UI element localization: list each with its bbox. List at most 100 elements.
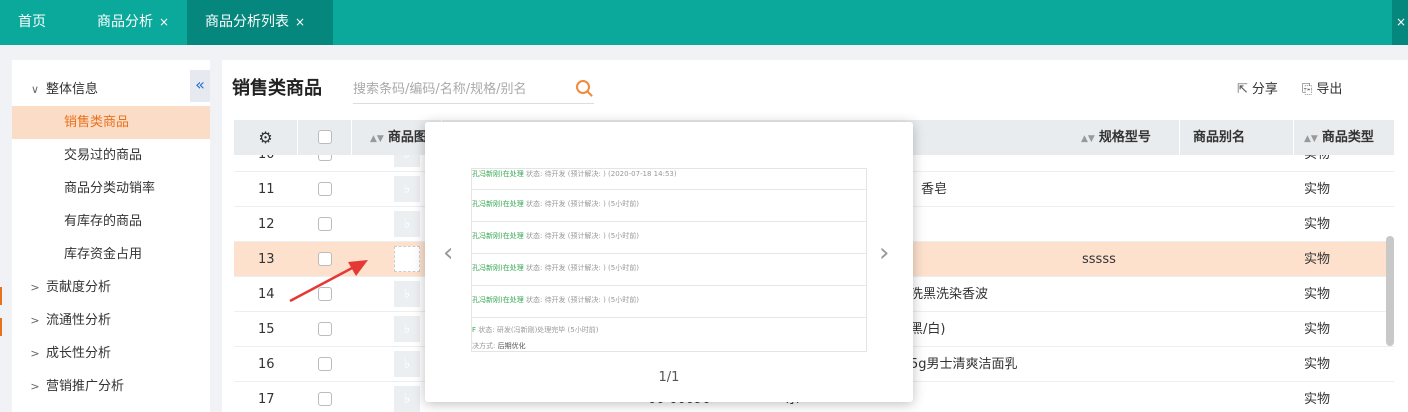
header-type[interactable]: ▲▼ 商品类型 [1294, 120, 1394, 155]
sidebar-item-inventory-capital[interactable]: 库存资金占用 [12, 238, 210, 271]
sidebar-item-in-stock-products[interactable]: 有库存的商品 [12, 205, 210, 238]
product-thumbnail[interactable]: ♭ [394, 211, 420, 237]
product-thumbnail[interactable]: ♭ [394, 351, 420, 377]
header-label: 规格型号 [1098, 130, 1151, 145]
sidebar-item-traded-products[interactable]: 交易过的商品 [12, 139, 210, 172]
chevron-right-icon: > [30, 281, 40, 294]
row-checkbox[interactable] [318, 392, 332, 406]
sidebar-item-label: 有库存的商品 [64, 214, 143, 229]
close-icon[interactable]: × [295, 15, 305, 29]
header-label: 商品图 [387, 130, 427, 145]
sort-icon: ▲▼ [1304, 134, 1318, 144]
export-label: 导出 [1316, 82, 1343, 97]
product-thumbnail[interactable]: ♭ [394, 176, 420, 202]
tab-product-analysis-list[interactable]: 商品分析列表 × [187, 0, 333, 45]
search-icon[interactable] [576, 80, 590, 94]
product-type: 实物 [1304, 357, 1331, 372]
header-alias[interactable]: 商品别名 [1180, 120, 1294, 155]
search-input[interactable] [353, 76, 563, 102]
page-title: 销售类商品 [232, 78, 322, 99]
preview-line: 决方式: 后期优化 [472, 342, 526, 350]
sidebar-item-label: 流通性分析 [46, 313, 112, 328]
sidebar-item-label: 整体信息 [46, 82, 99, 97]
product-type: 实物 [1304, 155, 1330, 172]
row-checkbox[interactable] [318, 322, 332, 336]
close-icon[interactable]: × [159, 15, 169, 29]
header-label: 商品类型 [1321, 130, 1374, 145]
sidebar-group-overall[interactable]: ∨ 整体信息 [12, 73, 210, 106]
product-name: 黑/白) [910, 322, 946, 337]
product-name: 5g男士清爽洁面乳 [910, 357, 1018, 372]
row-number: 12 [258, 217, 275, 232]
tab-home[interactable]: 首页 [0, 0, 64, 45]
image-pager: 1/1 [658, 370, 680, 385]
sidebar-item-label: 成长性分析 [46, 346, 112, 361]
product-type: 实物 [1304, 217, 1331, 232]
row-number: 15 [258, 322, 275, 337]
preview-line: 孔冯新刚)在处理 状态: 待开发 (预计解决: ) (5小时前) [472, 264, 639, 272]
select-all-checkbox[interactable] [318, 130, 332, 144]
row-checkbox[interactable] [318, 182, 332, 196]
image-preview-popup: 孔冯新刚)在处理 状态: 待开发 (预计解决: ) (2020-07-18 14… [425, 122, 913, 402]
sidebar-item-label: 库存资金占用 [64, 247, 143, 262]
row-number: 10 [258, 155, 275, 172]
row-checkbox[interactable] [318, 357, 332, 371]
annotation-arrow [289, 260, 368, 303]
close-all-icon[interactable]: × [1392, 0, 1408, 45]
sidebar-item-sales-products[interactable]: 销售类商品 [12, 106, 210, 139]
header-spec[interactable]: ▲▼ 规格型号 [1071, 120, 1180, 155]
sort-icon: ▲▼ [1081, 134, 1095, 144]
share-label: 分享 [1251, 82, 1278, 97]
export-icon: ⎘ [1302, 82, 1313, 97]
product-thumbnail[interactable]: ♭ [394, 386, 420, 412]
product-thumbnail[interactable]: ♭ [394, 281, 420, 307]
sidebar-group-contribution[interactable]: > 贡献度分析 [12, 271, 210, 304]
chevron-right-icon: > [30, 347, 40, 360]
row-checkbox[interactable] [318, 155, 332, 161]
product-spec: sssss [1082, 252, 1116, 267]
product-thumbnail[interactable]: ♭ [394, 155, 420, 167]
preview-divider [472, 221, 866, 222]
tab-bar: 首页 商品分析 × 商品分析列表 × × [0, 0, 1408, 45]
product-name: 洗黑洗染香波 [910, 287, 989, 302]
export-button[interactable]: ⎘ 导出 [1302, 78, 1342, 97]
preview-line: 孔冯新刚)在处理 状态: 待开发 (预计解决: ) (2020-07-18 14… [472, 170, 677, 178]
sidebar-group-growth[interactable]: > 成长性分析 [12, 337, 210, 370]
sidebar-group-liquidity[interactable]: > 流通性分析 [12, 304, 210, 337]
row-number: 16 [258, 357, 275, 372]
sidebar: ∨ 整体信息 销售类商品 交易过的商品 商品分类动销率 有库存的商品 库存资金占用… [12, 60, 210, 412]
sidebar-group-marketing[interactable]: > 营销推广分析 [12, 370, 210, 403]
chevron-down-icon: ∨ [30, 83, 40, 96]
table-scrollbar[interactable] [1386, 236, 1394, 346]
tab-label: 商品分析列表 [205, 14, 289, 30]
next-image-button[interactable]: › [879, 240, 889, 266]
product-thumbnail[interactable]: ♭ [394, 316, 420, 342]
preview-divider [472, 285, 866, 286]
prev-image-button[interactable]: ‹ [443, 240, 453, 266]
product-type: 实物 [1304, 252, 1331, 267]
preview-line: 孔冯新刚)在处理 状态: 待开发 (预计解决: ) (5小时前) [472, 200, 639, 208]
row-number: 11 [258, 182, 275, 197]
product-type: 实物 [1304, 287, 1331, 302]
sidebar-item-label: 商品分类动销率 [64, 181, 156, 196]
preview-line: F 状态: 研发(冯新刚)处理完毕 (5小时前) [472, 326, 599, 334]
preview-line: 孔冯新刚)在处理 状态: 待开发 (预计解决: ) (5小时前) [472, 232, 639, 240]
collapse-sidebar-button[interactable]: « [190, 70, 210, 102]
header-label: 商品别名 [1193, 130, 1246, 145]
tab-product-analysis[interactable]: 商品分析 × [79, 0, 187, 45]
preview-divider [472, 189, 866, 190]
product-type: 实物 [1304, 392, 1331, 407]
edge-marker [0, 318, 2, 336]
column-settings-icon[interactable]: ⚙ [234, 120, 298, 155]
header-select-all [298, 120, 352, 155]
sidebar-item-category-sell-through[interactable]: 商品分类动销率 [12, 172, 210, 205]
preview-divider [472, 317, 866, 318]
preview-divider [472, 253, 866, 254]
share-button[interactable]: ⇱ 分享 [1237, 78, 1278, 97]
row-number: 14 [258, 287, 275, 302]
row-checkbox[interactable] [318, 217, 332, 231]
sidebar-item-label: 交易过的商品 [64, 148, 143, 163]
product-thumbnail[interactable] [394, 246, 420, 272]
sidebar-item-label: 贡献度分析 [46, 280, 112, 295]
preview-line: 孔冯新刚)在处理 状态: 待开发 (预计解决: ) (5小时前) [472, 296, 639, 304]
